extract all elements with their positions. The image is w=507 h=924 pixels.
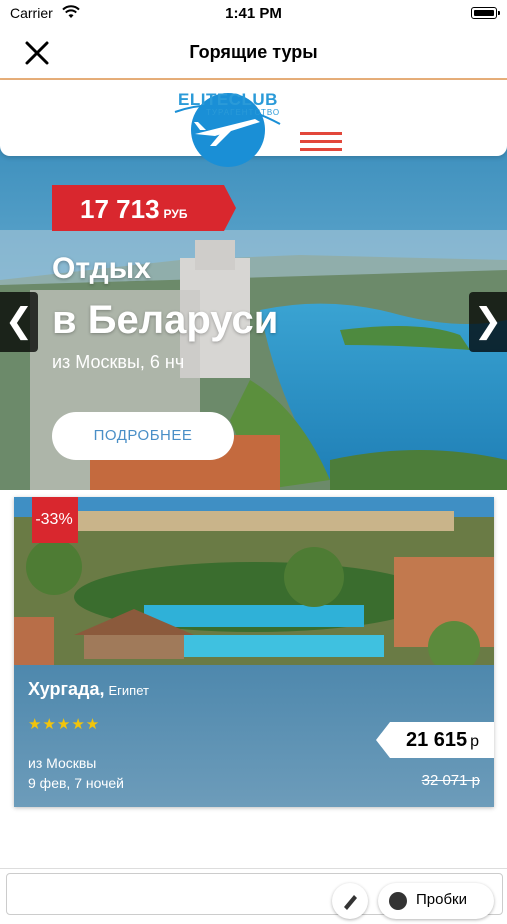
hero-title-line1: Отдых [52, 252, 151, 285]
tour-city: Хургада, [28, 679, 105, 699]
tour-price-currency: р [470, 733, 480, 750]
tour-origin: из Москвы [28, 755, 97, 771]
bottom-map-panel: Пробки [0, 868, 507, 919]
menu-icon[interactable] [300, 132, 342, 154]
battery-icon [471, 7, 500, 19]
tour-price-tag: 21 615 р [376, 722, 494, 758]
tour-dates: 9 фев, 7 ночей [28, 775, 124, 791]
discount-badge: -33% [20, 497, 88, 543]
tour-location: Хургада, Египет [28, 679, 149, 700]
pencil-icon[interactable] [332, 883, 368, 919]
hero-price-currency: РУБ [163, 207, 188, 221]
star-rating: ★★★★★ [28, 716, 101, 733]
navigation-bar: Горящие туры [0, 28, 507, 78]
page-title: Горящие туры [189, 42, 318, 62]
chevron-right-icon[interactable]: ❯ [469, 292, 507, 352]
tour-country: Египет [108, 683, 149, 698]
traffic-button[interactable]: Пробки [378, 883, 494, 919]
hero-title-line2: в Беларуси [52, 298, 279, 342]
hero-subtitle: из Москвы, 6 нч [52, 352, 185, 372]
logo-text: ELITECLUB [178, 90, 278, 109]
tour-old-price: 32 071 р [421, 772, 480, 789]
more-details-button[interactable]: ПОДРОБНЕЕ [52, 412, 234, 460]
traffic-icon [389, 892, 407, 910]
logo-subtext: ТУРАГЕНТСТВО [206, 108, 281, 117]
tour-price-value: 21 615 [406, 729, 468, 751]
status-bar: Carrier 1:41 PM [0, 0, 507, 28]
chevron-left-icon[interactable]: ❮ [0, 292, 38, 352]
clock: 1:41 PM [225, 5, 282, 22]
tour-card[interactable]: Хургада, Египет ★★★★★ из Москвы 9 фев, 7 … [14, 497, 494, 807]
hero-price-value: 17 713 [80, 194, 160, 224]
